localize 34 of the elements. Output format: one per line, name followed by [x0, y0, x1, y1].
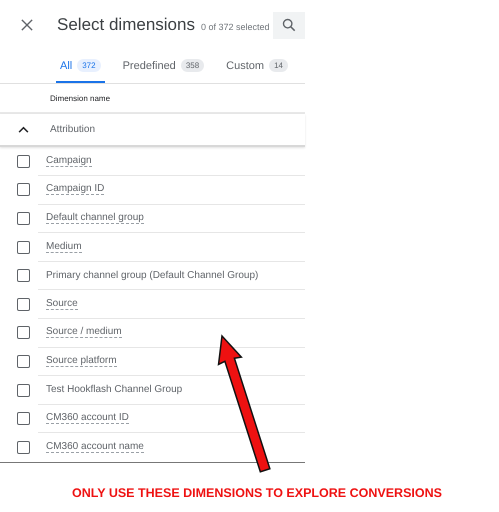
checkbox[interactable] — [17, 240, 30, 254]
checkbox[interactable] — [17, 183, 30, 196]
checkbox[interactable] — [17, 212, 30, 225]
checkbox[interactable] — [17, 298, 30, 311]
tab[interactable]: Custom 14 — [222, 50, 292, 83]
dimension-name[interactable]: Medium — [46, 240, 82, 253]
column-header: Dimension name — [50, 94, 110, 102]
dimension-name[interactable]: Campaign — [46, 154, 92, 167]
selection-count: 0 of 372 selected — [200, 22, 270, 32]
checkbox[interactable] — [17, 326, 30, 340]
dimension-name[interactable]: Source platform — [46, 354, 117, 367]
dialog-title: Select dimensions — [57, 15, 195, 35]
close-icon[interactable] — [21, 19, 33, 31]
dimension-name[interactable]: Test Hookflash Channel Group — [46, 384, 182, 396]
tab[interactable]: All 372 — [56, 50, 105, 83]
search-icon — [282, 18, 296, 32]
checkbox[interactable] — [17, 354, 30, 368]
search-button[interactable] — [273, 12, 305, 38]
tab[interactable]: Predefined 358 — [118, 50, 208, 83]
dimension-name[interactable]: Source / medium — [46, 326, 122, 338]
dimension-name[interactable]: CM360 account ID — [46, 412, 129, 424]
checkbox[interactable] — [17, 269, 30, 282]
checkbox[interactable] — [17, 412, 30, 426]
checkbox[interactable] — [17, 384, 30, 397]
checkbox[interactable] — [17, 154, 30, 168]
dimension-name[interactable]: CM360 account name — [46, 441, 144, 454]
chevron-up-icon — [18, 126, 29, 133]
dimension-name[interactable]: Primary channel group (Default Channel Group) — [46, 270, 258, 281]
dimension-name[interactable]: Default channel group — [46, 212, 144, 224]
dimension-name[interactable]: Campaign ID — [46, 183, 104, 196]
dimension-name[interactable]: Source — [46, 298, 78, 310]
annotation-caption: ONLY USE THESE DIMENSIONS TO EXPLORE CONVERSIONS — [72, 486, 442, 500]
group-header[interactable]: Attribution — [0, 114, 305, 147]
checkbox[interactable] — [17, 440, 30, 454]
